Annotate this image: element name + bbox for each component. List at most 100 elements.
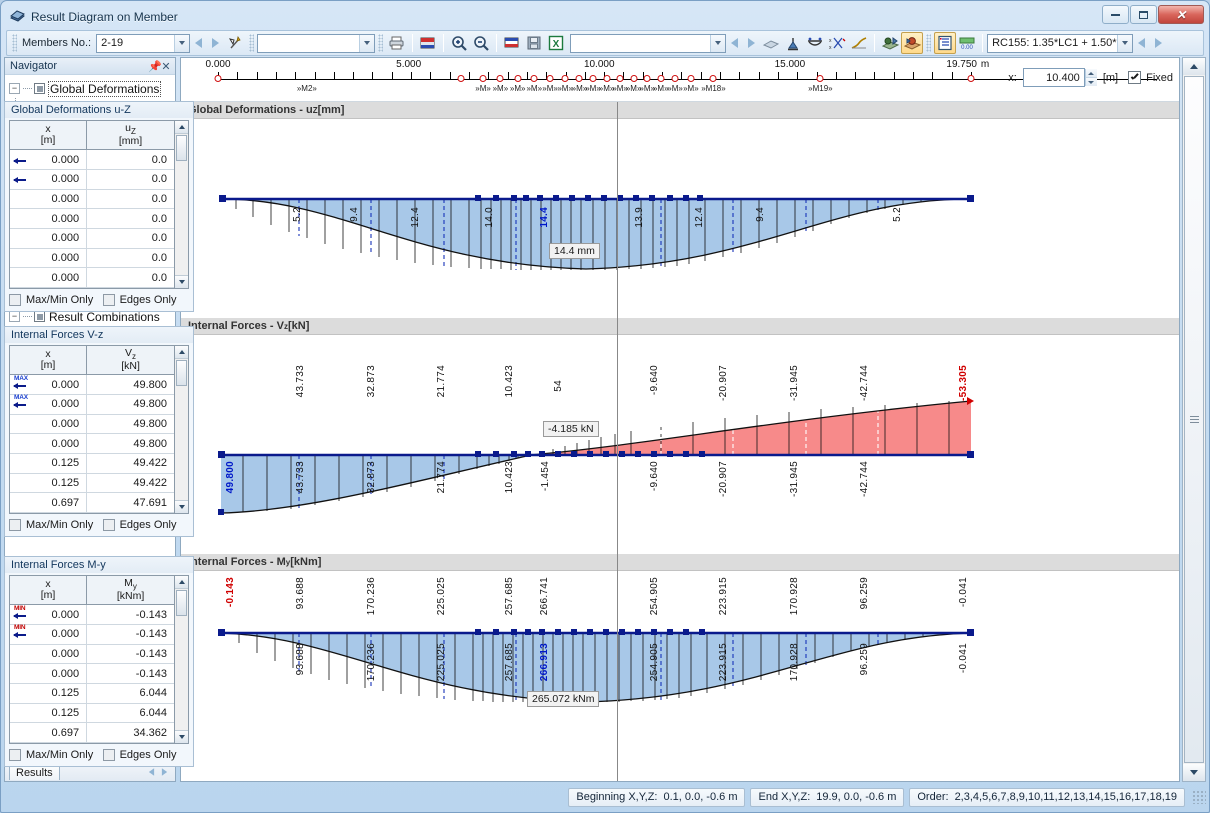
chevron-down-icon-2[interactable] [359,34,375,52]
maxmin-only-option[interactable]: Max/Min Only [9,519,103,531]
ruler-member-node[interactable] [616,75,624,82]
table-row[interactable]: 0.125 49.422 [10,454,174,474]
table-row[interactable]: 0.000 49.800 [10,414,174,435]
table-row[interactable]: 0.125 49.422 [10,473,174,494]
resize-grip[interactable] [1192,790,1206,804]
maxmin-only-option[interactable]: Max/Min Only [9,749,103,761]
edges-checkbox[interactable] [102,749,115,761]
ruler-member-node[interactable] [816,75,824,82]
ruler-member-node[interactable] [575,75,583,82]
edges-checkbox[interactable] [102,294,115,306]
toolbar-grip-4[interactable] [926,34,932,52]
smooth-curve-icon[interactable] [848,32,870,54]
toolbar-grip-2[interactable] [249,34,255,52]
edges-only-option[interactable]: Edges Only [102,519,176,531]
ruler-member-node[interactable] [603,75,611,82]
x-input[interactable]: 10.400 [1022,68,1085,87]
nav-scroll-left-icon[interactable] [148,767,155,776]
zoom-in-icon[interactable] [448,32,470,54]
fixed-checkbox[interactable] [1128,71,1142,84]
restore-button[interactable] [1130,5,1157,24]
load-combination-combo[interactable]: RC155: 1.35*LC1 + 1.50*L [987,33,1134,53]
ruler-member-node[interactable] [530,75,538,82]
group-checkbox-result-combinations[interactable] [34,311,45,322]
chevron-down-icon-4[interactable] [1117,34,1133,52]
load-view-icon[interactable] [879,32,901,54]
ruler-member-node[interactable] [561,75,569,82]
ruler-member-node[interactable] [630,75,638,82]
surface-icon[interactable] [760,32,782,54]
filter-prev-button[interactable] [726,33,743,53]
filter-next-button[interactable] [743,33,760,53]
expander-global-deformations[interactable]: − [9,83,20,94]
table-row[interactable]: MAX 0.000 49.800 [10,394,174,415]
support-icon[interactable] [782,32,804,54]
grid-scroll-down-icon[interactable] [175,275,188,288]
combination-next-button[interactable] [1150,33,1167,53]
grid-scroll-down-icon[interactable] [175,500,188,513]
table-row[interactable]: 0.000 49.800 [10,434,174,455]
table-row[interactable]: 0.000 0.0 [10,209,174,230]
table-row[interactable]: 0.000 0.0 [10,268,174,288]
maxmin-only-option[interactable]: Max/Min Only [9,294,103,306]
member-end-icon[interactable] [804,32,826,54]
table-row[interactable]: 0.000 -0.143 [10,664,174,685]
ruler-member-node[interactable] [514,75,522,82]
ruler-member-node[interactable] [671,75,679,82]
ruler-member-node[interactable] [643,75,651,82]
maxmin-checkbox[interactable] [9,294,21,306]
table-row[interactable]: 0.000 0.0 [10,170,174,190]
close-button[interactable]: ✕ [1158,5,1204,24]
table-row[interactable]: 0.697 34.362 [10,723,174,743]
grid-scrollbar[interactable] [174,346,188,513]
table-row[interactable]: 0.000 0.0 [10,150,174,171]
ruler-member-node[interactable] [479,75,487,82]
table-row[interactable]: 0.125 6.044 [10,684,174,704]
minimize-button[interactable] [1102,5,1129,24]
ruler-node-marker[interactable] [967,75,975,82]
table-row[interactable]: MIN 0.000 -0.143 [10,605,174,626]
members-combo[interactable]: 2-19 [96,33,191,53]
pin-icon[interactable]: 📌 [148,60,162,73]
ruler-node-marker[interactable] [214,75,222,82]
nav-scroll-right-icon[interactable] [161,767,168,776]
table-row[interactable]: MIN 0.000 -0.143 [10,624,174,645]
group-checkbox-global-deformations[interactable] [34,83,45,94]
edges-only-option[interactable]: Edges Only [102,294,176,306]
result-table-icon[interactable] [934,32,957,54]
tree-label-global-deformations[interactable]: Global Deformations [47,80,162,97]
tab-results[interactable]: Results [9,765,60,780]
excel-export-icon[interactable]: X [545,32,567,54]
ruler-member-node[interactable] [457,75,465,82]
grid-scroll-down-icon[interactable] [175,730,188,743]
axis-system-icon[interactable]: x x [826,32,848,54]
print-icon[interactable] [386,32,408,54]
grid-scrollbar-thumb[interactable] [176,135,187,161]
grid-scroll-up-icon[interactable] [175,576,188,589]
scroll-down-icon[interactable] [1183,764,1205,781]
ruler-member-node[interactable] [589,75,597,82]
toolbar-grip[interactable] [12,34,17,52]
grid-scrollbar-thumb[interactable] [176,360,187,386]
toolbar-grip-3[interactable] [378,34,384,52]
filter-combo[interactable] [570,33,727,53]
previous-member-button[interactable] [190,33,207,53]
table-row[interactable]: 0.000 -0.143 [10,644,174,665]
grid-scrollbar-thumb[interactable] [176,590,187,616]
x-position-cursor[interactable] [617,102,618,781]
ruler-member-node[interactable] [687,75,695,82]
ruler-member-node[interactable] [496,75,504,82]
grid-scroll-up-icon[interactable] [175,121,188,134]
numeric-values-icon[interactable]: 0.00 [956,32,978,54]
grid-scrollbar[interactable] [174,121,188,288]
chevron-down-icon-3[interactable] [710,34,726,52]
table-row[interactable]: MAX 0.000 49.800 [10,375,174,396]
save-icon[interactable] [523,32,545,54]
close-icon[interactable]: ✕ [160,60,172,73]
edges-only-option[interactable]: Edges Only [102,749,176,761]
maxmin-checkbox[interactable] [9,519,21,531]
table-row[interactable]: 0.125 6.044 [10,703,174,724]
result-view-icon[interactable] [901,32,924,54]
scroll-up-icon[interactable] [1183,58,1205,75]
table-row[interactable]: 0.000 0.0 [10,189,174,210]
